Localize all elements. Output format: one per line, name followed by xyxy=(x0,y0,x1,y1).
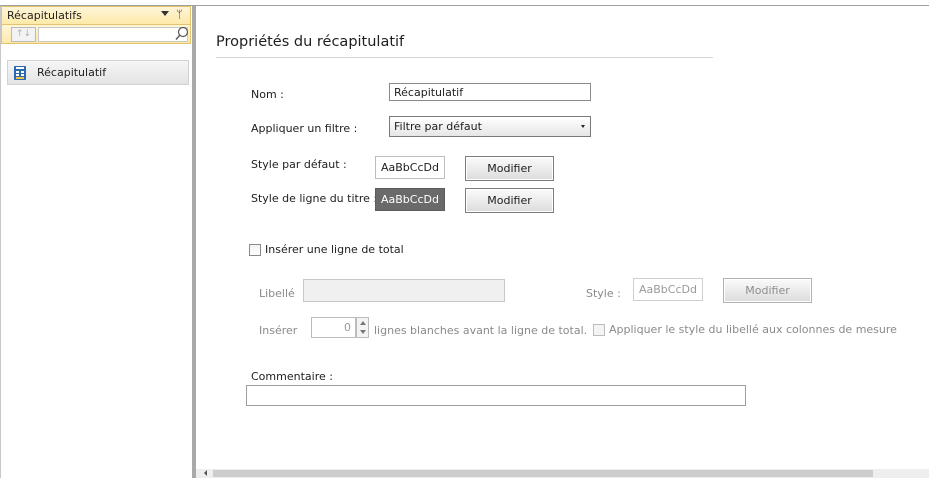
total-style-preview: AaBbCcDd xyxy=(633,278,703,301)
horizontal-scrollbar[interactable] xyxy=(196,469,929,478)
blank-lines-input[interactable]: 0 xyxy=(311,317,356,338)
search-icon[interactable] xyxy=(175,26,189,41)
apply-style-label: Appliquer le style du libellé aux colonn… xyxy=(609,323,897,336)
comment-field[interactable] xyxy=(246,385,746,406)
title-style-label: Style de ligne du titre : xyxy=(251,192,378,205)
search-input[interactable] xyxy=(38,27,188,42)
scrollbar-thumb[interactable] xyxy=(213,470,873,477)
pane-title: Récapitulatifs xyxy=(7,9,82,22)
chevron-down-icon xyxy=(581,125,585,128)
pin-icon[interactable]: ᛘ xyxy=(176,8,183,22)
title-style-modify-button[interactable]: Modifier xyxy=(465,188,554,213)
apply-style-checkbox[interactable] xyxy=(593,324,605,336)
libelle-label: Libellé xyxy=(259,287,295,300)
sort-button[interactable]: ↑↓ xyxy=(11,27,36,42)
dropdown-arrow-icon[interactable] xyxy=(161,11,169,16)
default-style-preview: AaBbCcDd xyxy=(375,156,445,179)
page-title: Propriétés du récapitulatif xyxy=(216,34,405,50)
filter-select[interactable]: Filtre par défaut xyxy=(389,116,591,137)
blank-lines-stepper[interactable] xyxy=(356,317,369,338)
title-divider xyxy=(216,57,713,58)
insert-label: Insérer xyxy=(259,324,298,337)
properties-panel: Propriétés du récapitulatif Nom : Récapi… xyxy=(196,7,929,478)
sidebar-item-recapitulatif[interactable]: Récapitulatif xyxy=(7,60,189,85)
name-label: Nom : xyxy=(251,88,284,101)
spin-down-icon[interactable] xyxy=(360,330,366,334)
sidebar-item-label: Récapitulatif xyxy=(37,66,107,79)
comment-label: Commentaire : xyxy=(251,370,333,383)
blank-lines-suffix: lignes blanches avant la ligne de total. xyxy=(374,324,588,337)
title-style-preview: AaBbCcDd xyxy=(375,188,445,211)
pane-header: Récapitulatifs ᛘ xyxy=(1,6,191,25)
default-style-label: Style par défaut : xyxy=(251,158,347,171)
insert-total-checkbox[interactable] xyxy=(249,244,261,256)
insert-total-label: Insérer une ligne de total xyxy=(265,243,404,256)
libelle-field[interactable] xyxy=(303,279,505,302)
filter-label: Appliquer un filtre : xyxy=(251,122,358,135)
summary-table-icon xyxy=(14,66,26,80)
total-style-label: Style : xyxy=(586,287,621,300)
default-style-modify-button[interactable]: Modifier xyxy=(465,156,554,181)
total-style-modify-button[interactable]: Modifier xyxy=(723,278,812,303)
spin-up-icon[interactable] xyxy=(360,321,366,325)
summaries-pane: Récapitulatifs ᛘ ↑↓ Récapitulatif xyxy=(0,6,192,478)
scroll-left-icon[interactable] xyxy=(204,470,207,476)
filter-select-value: Filtre par défaut xyxy=(394,120,482,133)
pane-search-row: ↑↓ xyxy=(1,25,191,44)
name-field[interactable]: Récapitulatif xyxy=(389,83,591,101)
